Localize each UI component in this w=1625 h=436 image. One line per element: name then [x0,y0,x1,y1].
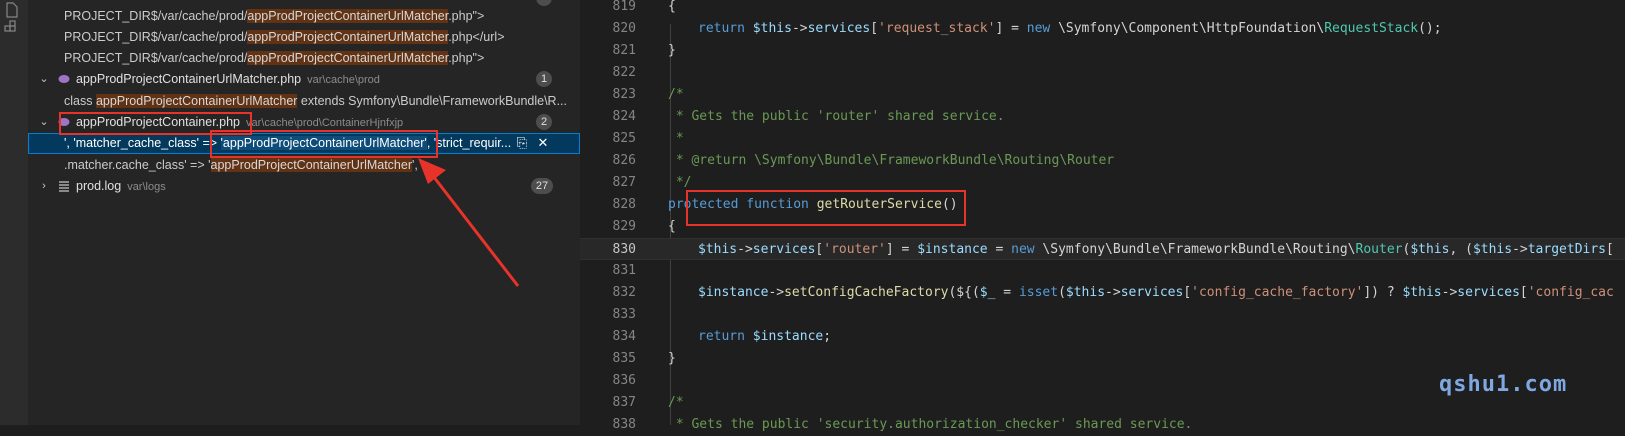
code-line[interactable]: 825 * [580,128,1625,150]
match-suffix: .php</url> [448,30,505,44]
line-number: 829 [612,219,636,234]
code-line[interactable]: 821} [580,40,1625,62]
match-count-badge: 1 [536,71,552,87]
line-number: 827 [612,175,636,190]
match-suffix: .php"> [448,9,485,23]
match-count-badge: 27 [531,178,553,194]
code-text: { [668,0,676,14]
code-text: { [668,219,676,234]
code-text: } [668,43,676,58]
match-prefix: ', 'matcher_cache_class' => [64,136,221,150]
line-number: 824 [612,109,636,124]
code-line[interactable]: 819 { [580,0,1625,18]
close-icon[interactable]: ✕ [535,135,551,151]
code-line[interactable]: 824 * Gets the public 'router' shared se… [580,106,1625,128]
code-text: * Gets the public 'security.authorizatio… [668,417,1193,432]
search-match-line[interactable]: PROJECT_DIR$/var/cache/prod/appProdProje… [28,26,580,48]
chevron-down-icon[interactable]: ⌄ [38,68,50,90]
line-number: 838 [612,417,636,432]
match-prefix: PROJECT_DIR$/var/cache/prod/ [64,9,248,23]
line-number: 836 [612,373,636,388]
line-number: 834 [612,329,636,344]
code-line[interactable]: 834 return $instance; [580,326,1625,348]
match-prefix: class [64,94,96,108]
line-number: 821 [612,43,636,58]
match-highlight: appProdProjectContainerUrlMatcher [247,9,449,23]
file-path: var\logs [127,181,166,193]
code-text: return $instance; [698,329,832,344]
annotation-box-code [686,190,966,226]
line-number: 825 [612,131,636,146]
match-prefix: PROJECT_DIR$/var/cache/prod/ [64,30,248,44]
code-line[interactable]: 831 [580,260,1625,282]
line-number: 837 [612,395,636,410]
code-text: $instance->setConfigCacheFactory(${($_ =… [698,285,1614,300]
chevron-right-icon[interactable]: › [38,175,50,197]
code-text: * [668,131,684,146]
code-line[interactable]: 826 * @return \Symfony\Bundle\FrameworkB… [580,150,1625,172]
match-highlight: appProdProjectContainerUrlMatcher [95,94,298,108]
watermark: qshu1.com [1439,372,1568,397]
line-number: 822 [612,65,636,80]
match-prefix: .matcher.cache_class' => ' [64,158,211,172]
extensions-icon[interactable] [4,20,20,36]
code-text: $this->services['router'] = $instance = … [698,242,1614,257]
match-count-badge: 2 [536,114,552,130]
code-line[interactable]: 823 /* [580,84,1625,106]
file-name: appProdProjectContainerUrlMatcher.php [76,72,302,86]
line-number: 826 [612,153,636,168]
search-match-line[interactable]: PROJECT_DIR$/var/cache/prod/appProdProje… [28,5,580,27]
match-highlight: appProdProjectContainerUrlMatcher [247,51,449,65]
code-text: return $this->services['request_stack'] … [698,21,1442,36]
php-file-icon [58,75,70,83]
match-prefix: PROJECT_DIR$/var/cache/prod/ [64,51,248,65]
code-line[interactable]: 820 return $this->services['request_stack… [580,18,1625,40]
code-line[interactable]: 822 [580,62,1625,84]
annotation-arrow-icon [418,158,520,287]
match-suffix: .php"> [448,51,485,65]
code-line-current[interactable]: 830 $this->services['router'] = $instance… [580,238,1625,260]
code-text: * @return \Symfony\Bundle\FrameworkBundl… [668,153,1115,168]
chevron-down-icon[interactable]: ⌄ [38,111,50,133]
code-line[interactable]: 832 $instance->setConfigCacheFactory(${($… [580,282,1625,304]
files-icon[interactable] [4,2,20,18]
activity-bar [0,0,28,425]
line-number: 832 [612,285,636,300]
line-number: 833 [612,307,636,322]
code-text: } [668,351,676,366]
match-suffix: , 'strict_requir... [426,136,512,150]
replace-icon[interactable]: ⎘ [514,135,530,151]
file-path: var\cache\prod [307,74,380,86]
line-number: 819 [612,0,636,14]
code-text: /* [668,87,684,102]
code-line[interactable]: 833 [580,304,1625,326]
match-highlight: appProdProjectContainerUrlMatcher [210,158,412,172]
file-path: var\cache\prod\ContainerHjnfxjp [246,117,404,129]
search-match-line[interactable]: class appProdProjectContainerUrlMatcher … [28,90,580,112]
line-number: 828 [612,197,636,212]
search-file-group[interactable]: ⌄ appProdProjectContainerUrlMatcher.php v… [28,68,580,90]
code-line[interactable]: 835} [580,348,1625,370]
log-file-icon [59,181,69,192]
match-highlight: appProdProjectContainerUrlMatcher [247,30,449,44]
line-number: 823 [612,87,636,102]
line-number: 820 [612,21,636,36]
search-match-line[interactable]: PROJECT_DIR$/var/cache/prod/appProdProje… [28,47,580,69]
line-number: 830 [612,242,636,257]
match-suffix: extends Symfony\Bundle\FrameworkBundle\R… [297,94,568,108]
code-text: /* [668,395,684,410]
code-text: * Gets the public 'router' shared servic… [668,109,1005,124]
line-number: 831 [612,263,636,278]
file-name: prod.log [76,179,122,193]
code-line[interactable]: 838 * Gets the public 'security.authoriz… [580,414,1625,436]
line-number: 835 [612,351,636,366]
